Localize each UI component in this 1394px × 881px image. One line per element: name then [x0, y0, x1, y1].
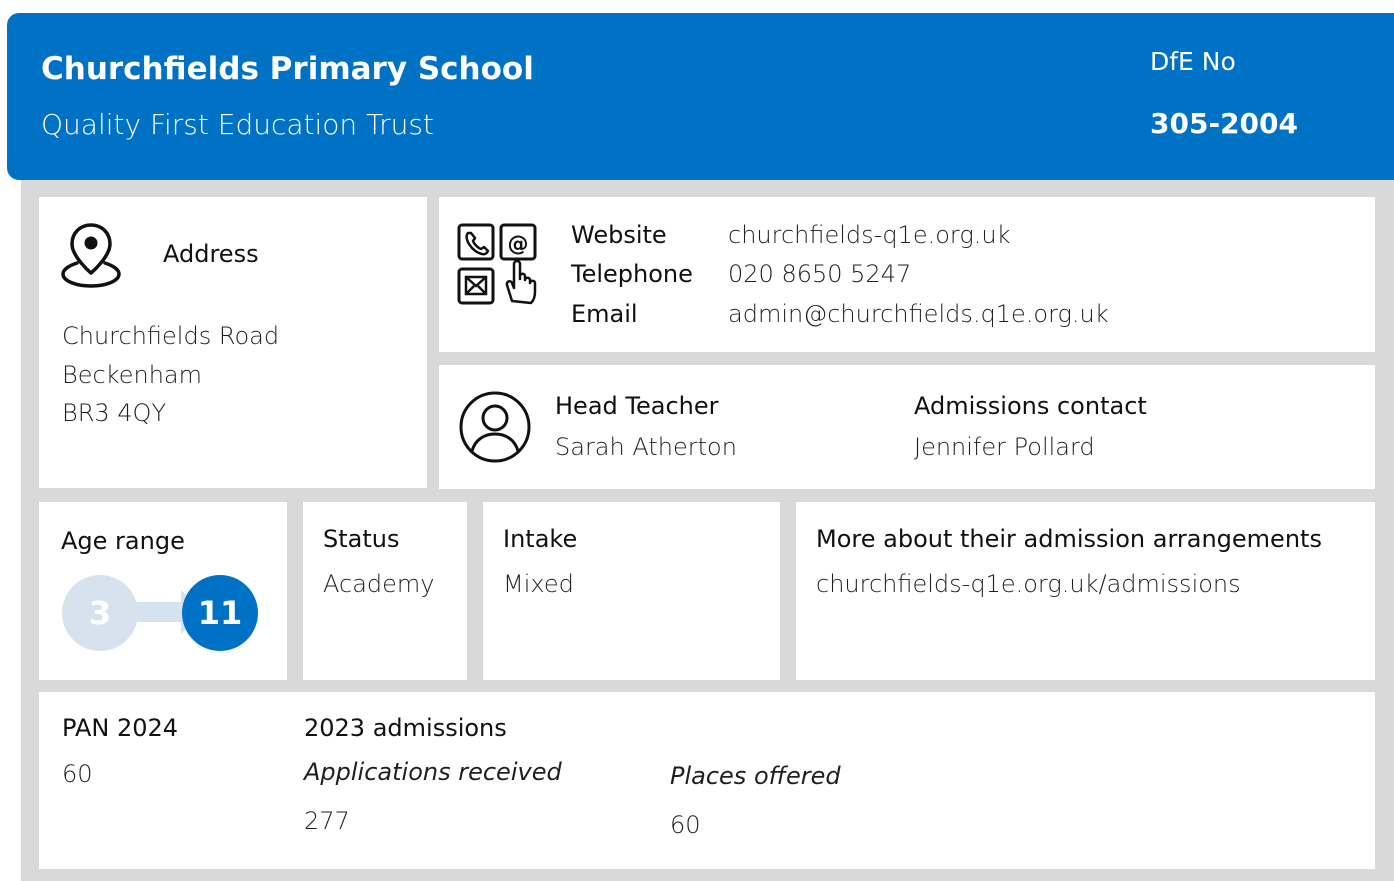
- admissions-figures-card: PAN 2024 60 2023 admissions Applications…: [39, 692, 1375, 869]
- places-offered-label: Places offered: [670, 762, 841, 790]
- telephone-value: 020 8650 5247: [728, 260, 912, 288]
- intake-card: Intake Mixed: [483, 502, 780, 680]
- pan-label: PAN 2024: [62, 714, 179, 742]
- website-link[interactable]: churchfields-q1e.org.uk: [728, 221, 1010, 249]
- admissions-contact-label: Admissions contact: [914, 392, 1147, 420]
- school-header: Churchfields Primary School Quality Firs…: [7, 13, 1394, 180]
- pan-value: 60: [62, 760, 93, 788]
- address-label: Address: [163, 240, 259, 268]
- applications-received-label: Applications received: [304, 758, 562, 786]
- people-card: Head Teacher Sarah Atherton Admissions c…: [439, 365, 1375, 489]
- telephone-label: Telephone: [571, 260, 693, 288]
- admissions-2023-label: 2023 admissions: [304, 714, 507, 742]
- dfe-number-label: DfE No: [1150, 47, 1236, 76]
- admission-arrangements-card: More about their admission arrangements …: [796, 502, 1375, 680]
- age-range-card: Age range 3 11: [39, 502, 287, 680]
- admission-arrangements-label: More about their admission arrangements: [816, 525, 1322, 553]
- trust-name: Quality First Education Trust: [41, 108, 434, 141]
- location-pin-icon: [61, 223, 121, 288]
- contact-methods-icon: @: [457, 223, 537, 305]
- status-label: Status: [323, 525, 400, 553]
- website-label: Website: [571, 221, 667, 249]
- email-label: Email: [571, 300, 638, 328]
- contact-card: @ Website churchfields-q1e.org.uk Teleph…: [439, 197, 1375, 352]
- address-card: Address Churchfields Road Beckenham BR3 …: [39, 197, 427, 488]
- applications-received-value: 277: [304, 807, 350, 835]
- age-range-label: Age range: [61, 527, 185, 555]
- dfe-number-value: 305-2004: [1150, 107, 1298, 140]
- admissions-contact-name: Jennifer Pollard: [914, 433, 1095, 461]
- intake-label: Intake: [503, 525, 578, 553]
- intake-value: Mixed: [503, 570, 574, 598]
- address-line-1: Churchfields Road: [62, 322, 280, 350]
- address-line-3: BR3 4QY: [62, 399, 167, 427]
- age-to-badge: 11: [182, 575, 258, 651]
- admission-arrangements-link[interactable]: churchfields-q1e.org.uk/admissions: [816, 570, 1241, 598]
- svg-text:@: @: [508, 232, 529, 256]
- address-line-2: Beckenham: [62, 361, 202, 389]
- school-name: Churchfields Primary School: [41, 51, 534, 87]
- age-from-badge: 3: [62, 575, 138, 651]
- status-card: Status Academy: [303, 502, 467, 680]
- places-offered-value: 60: [670, 811, 701, 839]
- email-link[interactable]: admin@churchfields.q1e.org.uk: [728, 300, 1109, 328]
- person-icon: [459, 391, 531, 463]
- head-teacher-name: Sarah Atherton: [555, 433, 737, 461]
- status-value: Academy: [323, 570, 435, 598]
- head-teacher-label: Head Teacher: [555, 392, 719, 420]
